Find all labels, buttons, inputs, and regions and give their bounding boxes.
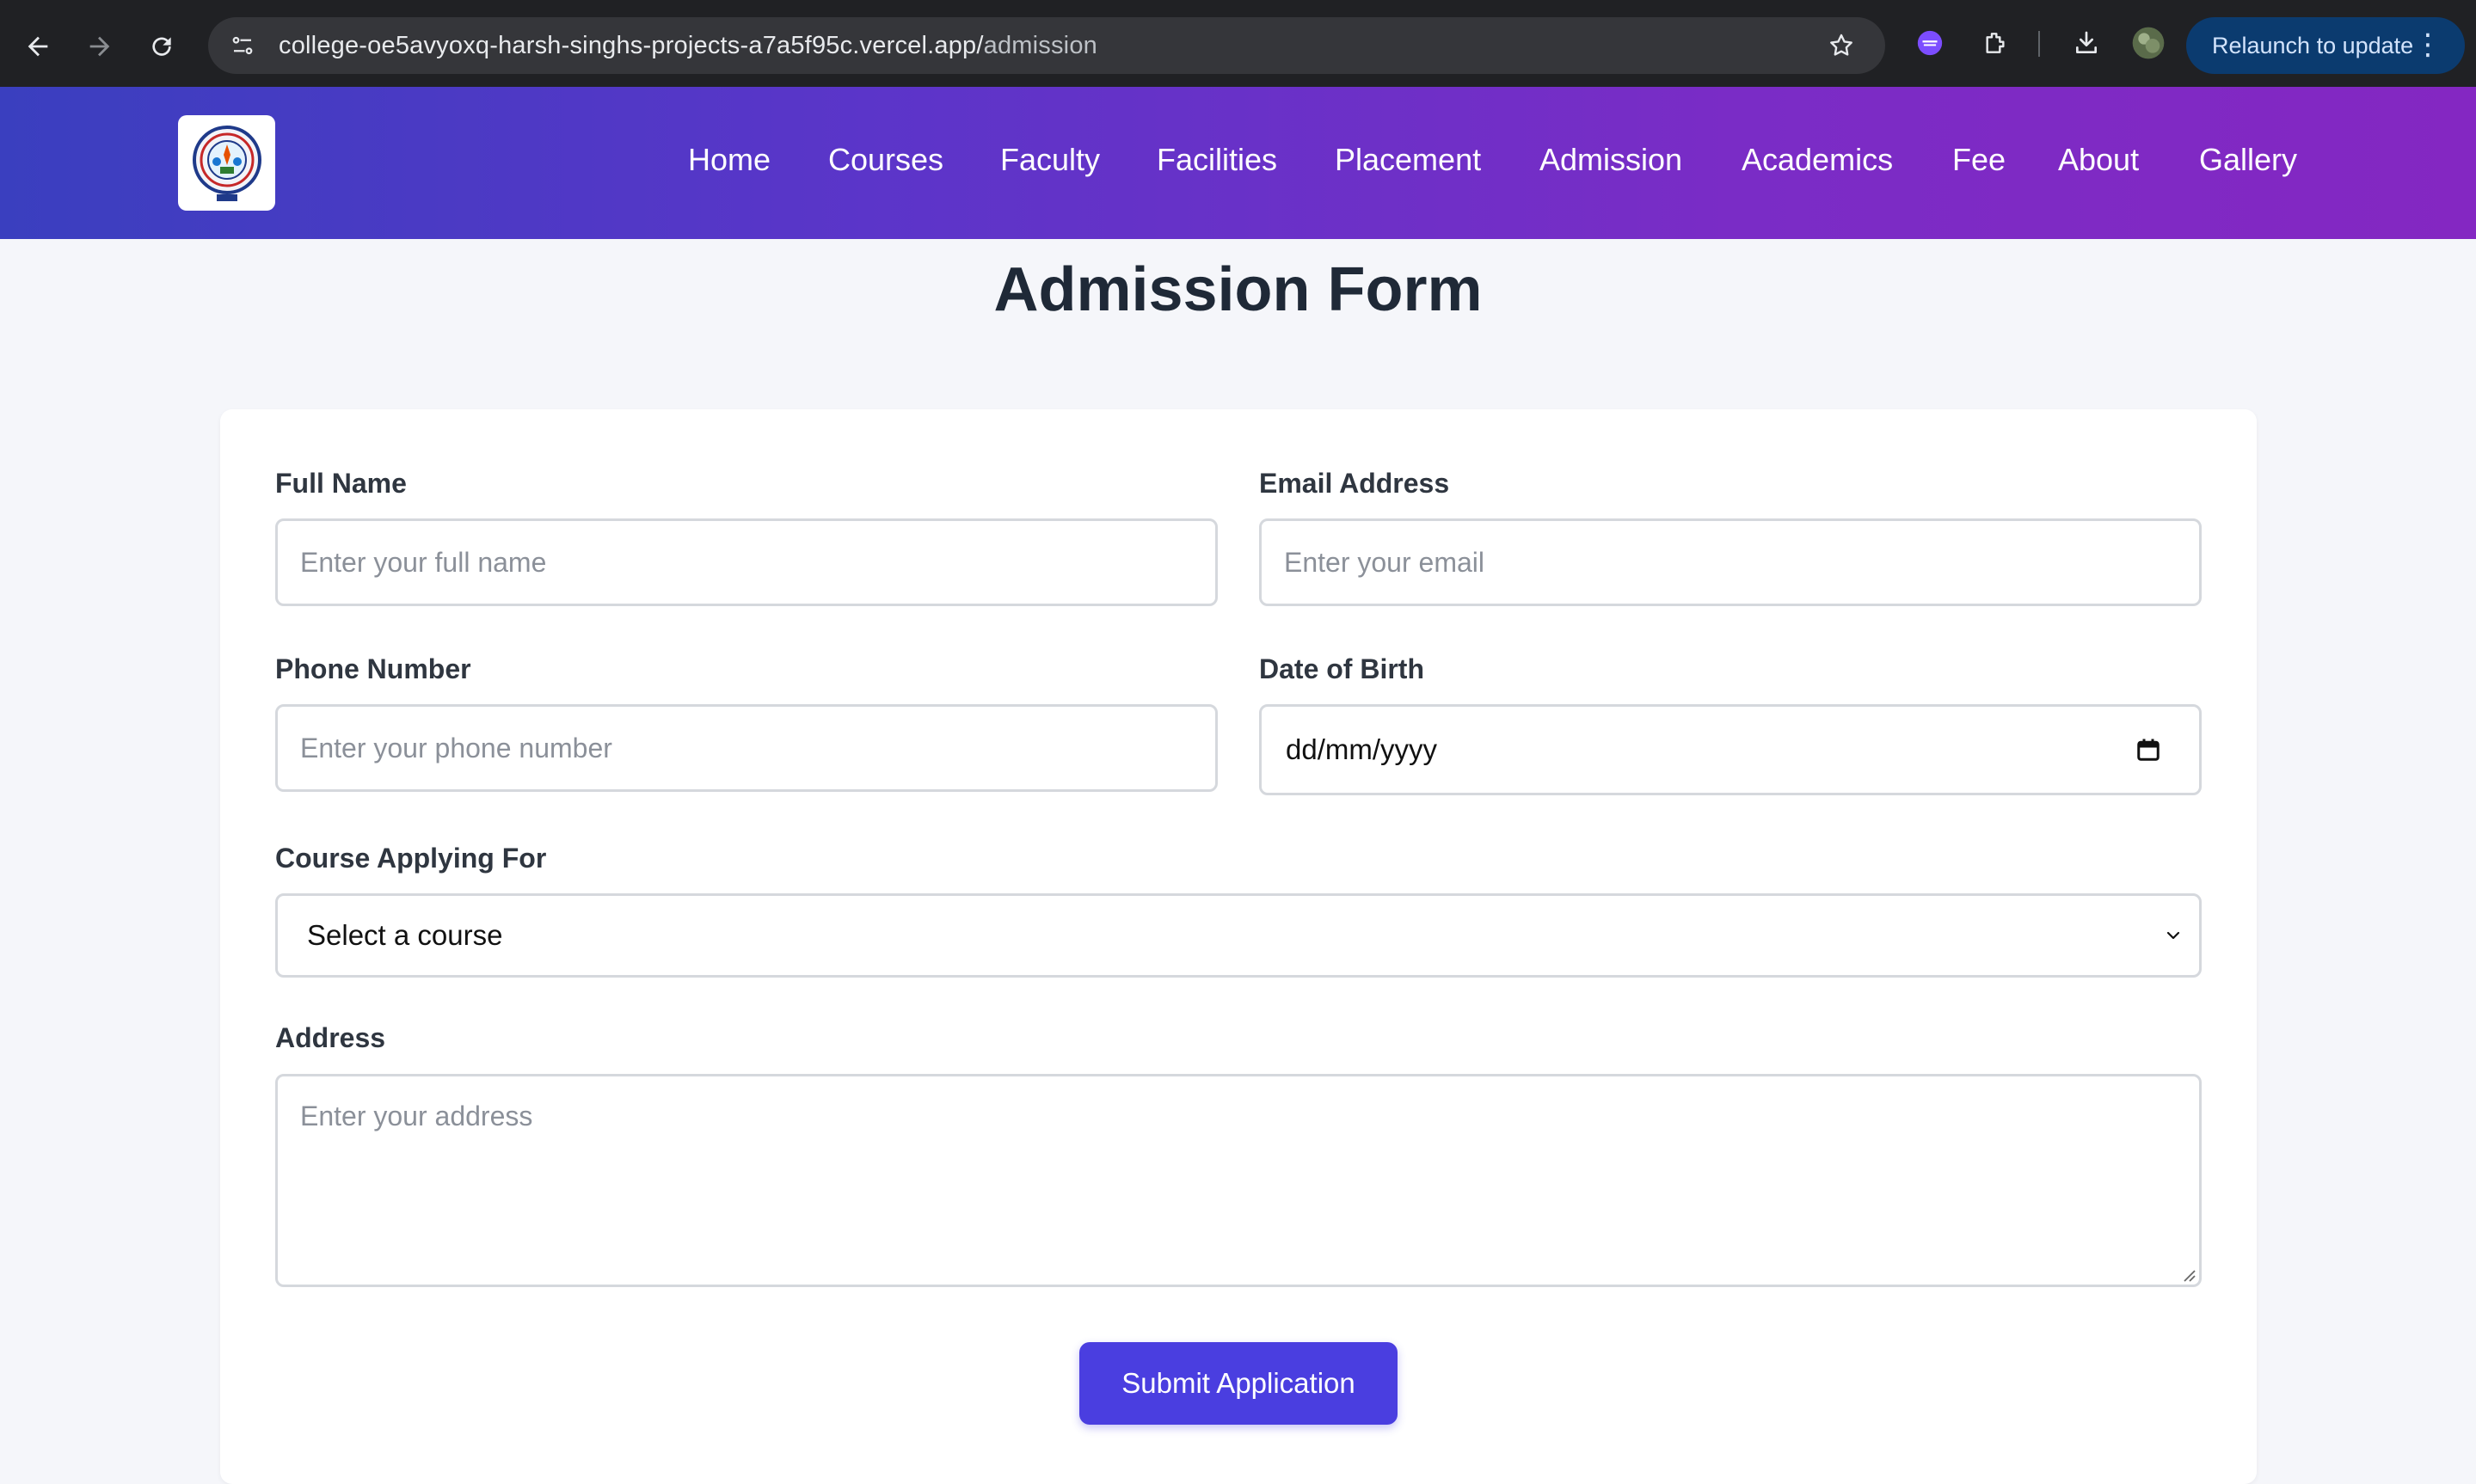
reload-icon[interactable] <box>136 21 187 72</box>
nav-faculty[interactable]: Faculty <box>1000 142 1100 178</box>
nav-facilities[interactable]: Facilities <box>1157 142 1277 178</box>
course-select[interactable]: Select a course <box>275 893 2202 978</box>
email-input[interactable] <box>1259 518 2202 606</box>
address-label: Address <box>275 1022 386 1053</box>
extensions-puzzle-icon[interactable] <box>1973 21 2018 65</box>
full-name-input[interactable] <box>275 518 1218 606</box>
resize-grip-icon[interactable] <box>2181 1267 2196 1283</box>
site-header: Home Courses Faculty Facilities Placemen… <box>0 87 2476 239</box>
back-icon[interactable] <box>12 21 64 72</box>
nav-placement[interactable]: Placement <box>1335 142 1481 178</box>
dob-value: dd/mm/yyyy <box>1286 733 1438 765</box>
page-title: Admission Form <box>993 255 1483 324</box>
relaunch-button[interactable]: Relaunch to update ⋮ <box>2186 17 2465 74</box>
course-selected-value: Select a course <box>307 919 503 951</box>
submit-application-button[interactable]: Submit Application <box>1079 1342 1398 1425</box>
forward-icon[interactable] <box>74 21 126 72</box>
address-textarea[interactable] <box>275 1074 2202 1287</box>
nav-home[interactable]: Home <box>688 142 771 178</box>
bookmark-star-icon[interactable] <box>1822 26 1861 65</box>
email-label: Email Address <box>1259 468 1450 499</box>
main-navigation: Home Courses Faculty Facilities Placemen… <box>0 87 2476 239</box>
nav-about[interactable]: About <box>2058 142 2139 178</box>
url-text[interactable]: college-oe5avyoxq-harsh-singhs-projects-… <box>279 32 1097 60</box>
phone-label: Phone Number <box>275 653 471 684</box>
browser-toolbar: college-oe5avyoxq-harsh-singhs-projects-… <box>0 0 2476 87</box>
more-menu-icon[interactable]: ⋮ <box>2413 29 2442 60</box>
full-name-label: Full Name <box>275 468 407 499</box>
url-path: admission <box>983 31 1097 59</box>
dob-label: Date of Birth <box>1259 653 1424 684</box>
nav-courses[interactable]: Courses <box>828 142 943 178</box>
site-info-icon[interactable] <box>217 20 268 71</box>
download-icon[interactable] <box>2064 21 2109 65</box>
profile-avatar-icon[interactable] <box>2126 21 2171 65</box>
relaunch-label: Relaunch to update <box>2212 32 2414 58</box>
url-host: college-oe5avyoxq-harsh-singhs-projects-… <box>279 31 984 59</box>
course-label: Course Applying For <box>275 843 547 874</box>
calendar-icon[interactable] <box>2135 736 2161 763</box>
nav-academics[interactable]: Academics <box>1742 142 1893 178</box>
dob-input[interactable]: dd/mm/yyyy <box>1259 704 2202 795</box>
toolbar-separator <box>2038 31 2040 57</box>
nav-gallery[interactable]: Gallery <box>2199 142 2297 178</box>
phone-input[interactable] <box>275 704 1218 792</box>
address-bar[interactable]: college-oe5avyoxq-harsh-singhs-projects-… <box>208 17 1885 74</box>
nav-admission[interactable]: Admission <box>1539 142 1682 178</box>
nav-fee[interactable]: Fee <box>1952 142 2006 178</box>
extension-icon[interactable] <box>1908 21 1952 65</box>
chevron-down-icon <box>2166 931 2180 940</box>
